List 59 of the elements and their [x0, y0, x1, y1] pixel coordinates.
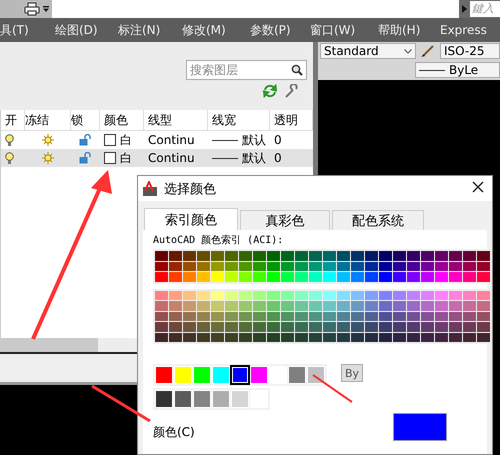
color-swatch[interactable]	[104, 152, 116, 164]
column-header[interactable]: 线宽	[208, 110, 270, 130]
menu-item[interactable]: Express	[440, 23, 487, 37]
scrollbar-thumb[interactable]	[0, 338, 98, 352]
linetype-cell[interactable]: Continu	[144, 151, 208, 165]
tab[interactable]: 配色系统	[332, 210, 424, 230]
search-field[interactable]: 鍵入	[470, 1, 500, 17]
dropdown-icon[interactable]	[43, 6, 49, 12]
dim-style-dropdown[interactable]: ISO-25	[440, 43, 500, 59]
color-swatch[interactable]	[104, 134, 116, 146]
palette-label: AutoCAD 颜色索引 (ACI):	[153, 234, 284, 247]
menu-item[interactable]: 帮助(H)	[378, 22, 420, 38]
lineweight-cell[interactable]: 默认	[242, 150, 266, 166]
menu-item[interactable]: 绘图(D)	[55, 22, 98, 38]
chevron-icon[interactable]	[404, 48, 412, 54]
tab[interactable]: 真彩色	[240, 210, 330, 230]
bulb-icon[interactable]	[5, 134, 14, 146]
close-icon[interactable]	[472, 180, 484, 192]
open-lock-icon[interactable]	[79, 134, 92, 146]
menu-item[interactable]: 修改(M)	[182, 22, 226, 38]
menu-item[interactable]: 窗口(W)	[310, 22, 356, 38]
column-header[interactable]: 透明	[270, 110, 313, 130]
open-lock-icon[interactable]	[79, 152, 92, 164]
column-header[interactable]: 开	[1, 110, 25, 130]
wrench-icon[interactable]	[285, 84, 299, 98]
menu-item[interactable]: 参数(P)	[250, 22, 291, 38]
bulb-icon[interactable]	[5, 152, 14, 164]
transparency-cell[interactable]: 0	[270, 133, 313, 147]
menu-item[interactable]: 具(T)	[0, 22, 29, 38]
linetype-cell[interactable]: Continu	[144, 133, 208, 147]
color-grid-drawing[interactable]	[153, 249, 492, 284]
sun-icon[interactable]	[42, 152, 54, 164]
column-header[interactable]: 冻结	[25, 110, 71, 130]
lineweight-dropdown[interactable]: ByLe	[415, 62, 500, 78]
annotation-line	[91, 384, 151, 422]
printer-icon[interactable]	[24, 2, 40, 16]
sun-icon[interactable]	[42, 134, 54, 146]
color-name: 白	[120, 150, 132, 166]
color-label: 颜色(C)	[153, 424, 195, 441]
bylayer-button[interactable]: By	[341, 364, 364, 382]
menu-item[interactable]: 标注(N)	[118, 22, 160, 38]
column-header[interactable]: 颜色	[100, 110, 144, 130]
text-style-dropdown[interactable]: Standard	[320, 43, 416, 59]
brush-icon[interactable]	[420, 44, 436, 58]
expand-arrow-icon[interactable]	[462, 5, 467, 13]
layer-search-field[interactable]: 搜索图层	[186, 60, 307, 80]
app-icon	[142, 180, 158, 196]
layer-row[interactable]: 白 Continu 默认 0	[1, 149, 313, 167]
column-header[interactable]: 锁	[71, 110, 100, 130]
layer-row[interactable]: 白 Continu 默认 0	[1, 131, 313, 149]
tab[interactable]: 索引颜色	[144, 208, 238, 230]
dialog-title: 选择颜色	[164, 180, 217, 198]
color-name: 白	[120, 132, 132, 148]
column-header[interactable]: 线型	[144, 110, 208, 130]
refresh-icon[interactable]	[263, 84, 277, 98]
lineweight-cell[interactable]: 默认	[242, 132, 266, 148]
transparency-cell[interactable]: 0	[270, 151, 313, 165]
color-grid-drawing[interactable]	[153, 288, 492, 344]
search-icon[interactable]	[291, 64, 303, 76]
